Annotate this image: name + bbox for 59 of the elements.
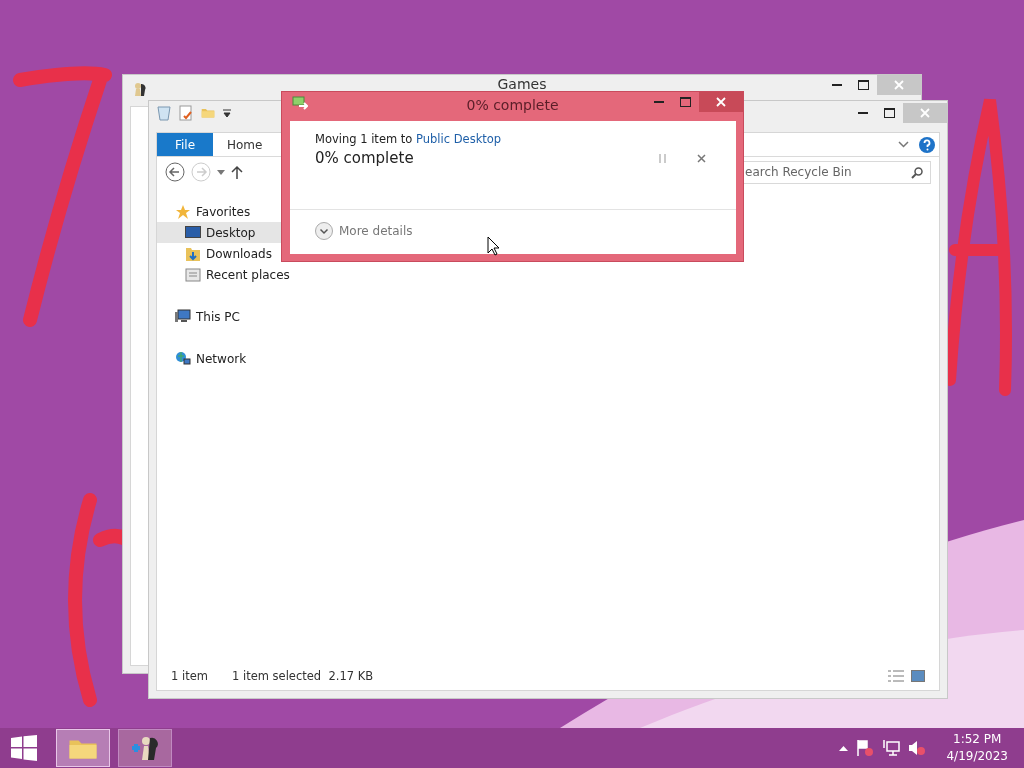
nav-label: This PC [196,309,240,324]
flag-icon[interactable] [856,739,875,757]
recycle-bin-icon [157,105,171,121]
nav-item[interactable]: Recent places [157,264,292,285]
nav-label: Network [196,351,247,366]
clock-time: 1:52 PM [953,731,1002,748]
more-details-button[interactable]: More details [290,210,413,240]
nav-label: Downloads [206,246,272,261]
close-icon [716,97,726,107]
clock[interactable]: 1:52 PM 4/19/2023 [946,731,1008,765]
minimize-icon [653,100,664,104]
recent-places-icon [185,267,201,282]
nav-item[interactable]: This PC [157,306,292,327]
close-button[interactable] [699,92,743,112]
caret-icon [217,169,225,175]
muted-speaker-icon[interactable] [908,739,927,757]
window-title: Games [497,76,547,92]
move-message: Moving 1 item to Public Desktop [315,132,502,146]
minimize-icon [857,111,868,115]
cancel-icon [697,154,706,163]
file-menu-button[interactable]: File [157,133,213,156]
network-status-icon[interactable] [882,739,901,757]
help-icon [919,136,935,153]
chess-pawn-icon [130,734,160,762]
windows-logo-icon [11,735,37,761]
new-folder-icon [201,107,215,119]
maximize-icon [884,108,895,118]
up-arrow-icon [231,165,243,179]
chevron-circle-icon [315,222,333,240]
selection-info: 1 item selected 2.17 KB [231,669,374,683]
maximize-icon [858,80,869,90]
nav-label: Recent places [206,267,290,282]
search-icon [911,166,923,179]
close-icon [894,80,904,90]
close-icon [920,108,930,118]
maximize-icon [680,97,691,107]
clock-date: 4/19/2023 [946,748,1008,765]
network-icon [175,351,191,366]
chevron-down-icon [898,141,909,148]
move-icon [292,96,308,110]
minimize-icon [831,83,842,87]
show-hidden-icons-icon[interactable] [839,745,849,751]
pause-icon [659,154,667,163]
taskbar-button[interactable] [118,729,172,767]
dialog-title: 0% complete [465,97,560,113]
properties-icon [179,105,193,121]
nav-label: Desktop [206,225,256,240]
forward-icon [191,162,211,182]
progress-text: 0% complete [315,149,415,167]
destination-link[interactable]: Public Desktop [416,132,502,146]
nav-label: Favorites [196,204,251,219]
item-count: 1 item [171,669,208,683]
computer-icon [175,309,191,324]
back-icon [165,162,185,182]
monitor-icon [185,226,201,239]
dropdown-icon [223,109,231,117]
nav-item[interactable]: Network [157,348,292,369]
download-folder-icon [185,245,201,262]
star-icon [175,203,191,220]
